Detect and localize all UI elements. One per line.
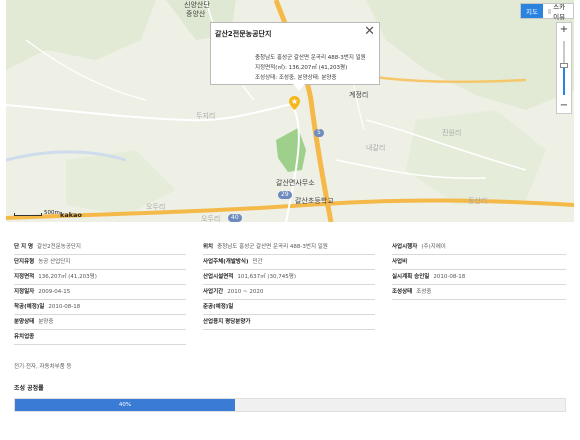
map-road-sign-40: 40 (228, 214, 242, 222)
info-value: 2010 ~ 2020 (227, 289, 264, 295)
info-row: 실시계획 승인일 2010-08-18 (392, 270, 566, 285)
info-row: 지정일자 2009-04-15 (14, 285, 186, 300)
info-row: 단 지 명 갈산2전문농공단지 (14, 240, 186, 255)
popup-close-icon[interactable]: ✕ (364, 25, 375, 38)
map-road-sign-5: 5 (314, 129, 324, 137)
info-row: 지정면적 136,207㎡ (41,203평) (14, 270, 186, 285)
info-value: 2010-08-18 (48, 304, 81, 310)
zoom-level-fill (563, 66, 565, 95)
info-label: 분양상태 (14, 319, 35, 325)
map-label-top-industrial2: 중양산 (186, 10, 206, 18)
info-row: 조성상태 조성중 (392, 285, 566, 300)
info-row: 사업기간 2010 ~ 2020 (203, 285, 375, 300)
info-label: 준공(예정)일 (203, 304, 234, 310)
info-row: 위치 충청남도 홍성군 갈산면 운곡리 488-3번지 일원 (203, 240, 375, 255)
progress-label: 40% (118, 402, 132, 408)
info-value: 조성중 (416, 289, 432, 295)
map-road-sign-29: 29 (278, 191, 292, 199)
zoom-control[interactable]: + − (556, 22, 572, 114)
info-label: 단지유형 (14, 259, 35, 265)
map-label-hamlet: 계정리 (349, 91, 369, 99)
map-label-sec: 오두리 (201, 215, 221, 222)
map-scale-bar: 500m (14, 210, 60, 216)
zoom-slider-handle[interactable] (560, 63, 568, 69)
map-label-village-left: 두지리 (196, 112, 216, 120)
info-value: 136,207㎡ (41,203평) (38, 274, 97, 280)
scale-bar-line (14, 213, 42, 216)
map-type-map-button[interactable]: 지도 (521, 4, 543, 18)
scale-label: 500m (44, 210, 60, 216)
info-value: 101,637㎡ (30,745평) (237, 274, 296, 280)
info-label: 산업시설면적 (203, 274, 234, 280)
info-label: 지정면적 (14, 274, 35, 280)
popup-status: 조성상태: 조성중, 분양상태: 분양중 (255, 75, 337, 81)
info-label: 위치 (203, 244, 214, 250)
info-value: 갈산2전문농공단지 (37, 244, 81, 250)
info-label: 실시계획 승인일 (392, 274, 430, 280)
info-row: 착공(예정)일 2010-08-18 (14, 300, 186, 315)
map-label-school: 갈산초등학교 (295, 197, 334, 205)
popup-title: 갈산2전문농공단지 (215, 30, 272, 38)
popup-area: 지정면적(㎡): 136,207㎡ (41,203평) (255, 65, 348, 71)
info-row: 단지유형 농공 산업단지 (14, 255, 186, 270)
map-type-toggle[interactable]: 지도 스카이뷰 (520, 3, 574, 21)
skyview-square-icon (548, 8, 552, 14)
map-label-jinwon: 진원리 (442, 129, 462, 137)
map-type-skyview-button[interactable]: 스카이뷰 (543, 3, 573, 21)
info-label: 사업주체(개발방식) (203, 259, 249, 265)
info-label: 사업기간 (203, 289, 224, 295)
info-label: 사업비 (392, 259, 408, 265)
info-row: 사업주체(개발방식) 민간 (203, 255, 375, 270)
map-view[interactable]: 신양산단 중양산 두지리 계정리 내갈리 진원리 갈산면사무소 갈산초등학교 오… (6, 0, 574, 222)
info-row: 산업용지 평당분양가 (203, 315, 375, 330)
info-row: 산업시설면적 101,637㎡ (30,745평) (203, 270, 375, 285)
info-row: 사업시행자 (주)지에이 (392, 240, 566, 255)
info-label: 조성상태 (392, 289, 413, 295)
info-value: (주)지에이 (421, 244, 446, 250)
info-row: 준공(예정)일 (203, 300, 375, 315)
info-row: 분양상태 분양중 (14, 315, 186, 330)
info-value: 농공 산업단지 (38, 259, 71, 265)
info-value: 2010-08-18 (433, 274, 466, 280)
info-value: 분양중 (38, 319, 54, 325)
info-label: 착공(예정)일 (14, 304, 45, 310)
info-label: 산업용지 평당분양가 (203, 319, 251, 325)
construction-progress-bar: 40% (14, 398, 566, 412)
map-provider-logo: kakao (60, 211, 82, 219)
progress-title: 조성 공정률 (14, 385, 44, 392)
info-value: 2009-04-15 (38, 289, 71, 295)
zoom-in-button[interactable]: + (557, 23, 571, 37)
map-label-bottom-village: 오두리 (146, 203, 166, 211)
info-value: 민간 (252, 259, 263, 265)
info-label: 유치업종 (14, 334, 35, 340)
info-label: 단 지 명 (14, 244, 34, 250)
map-label-forest: 내갈리 (366, 144, 386, 152)
popup-address: 충청남도 홍성군 갈산면 운곡리 488-3번지 일원 (255, 55, 366, 61)
info-label: 사업시행자 (392, 244, 418, 250)
info-label: 지정일자 (14, 289, 35, 295)
map-type-skyview-label: 스카이뷰 (553, 3, 566, 21)
zoom-out-button[interactable]: − (557, 99, 571, 113)
industries-text: 전기·전자, 자동차부품 등 (14, 364, 72, 370)
map-label-right-village: 동산리 (468, 197, 488, 205)
info-row: 사업비 (392, 255, 566, 270)
location-pin-icon[interactable] (289, 96, 300, 110)
info-value: 충청남도 홍성군 갈산면 운곡리 488-3번지 일원 (217, 244, 328, 250)
map-label-office: 갈산면사무소 (276, 179, 315, 187)
map-info-popup: 갈산2전문농공단지 ✕ 충청남도 홍성군 갈산면 운곡리 488-3번지 일원 … (210, 22, 380, 91)
info-row: 유치업종 (14, 330, 186, 345)
